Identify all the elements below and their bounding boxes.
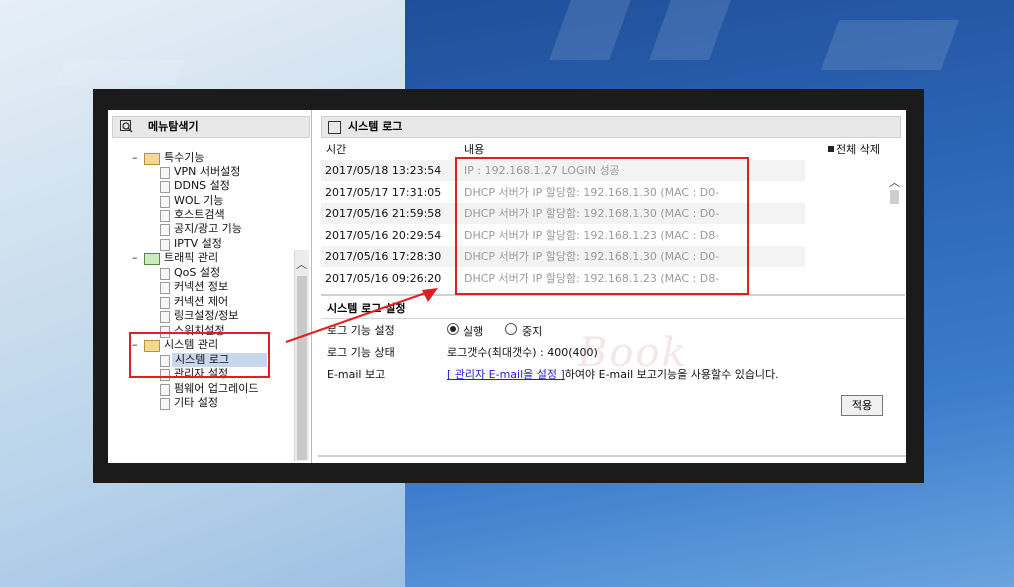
page-icon	[160, 196, 170, 208]
apply-button[interactable]: 적용	[841, 395, 883, 416]
tree-item-label: IPTV 설정	[174, 237, 222, 250]
folder-icon	[144, 153, 160, 165]
log-time: 2017/05/16 21:59:58	[325, 207, 442, 220]
panel-title: 시스템 로그	[348, 120, 403, 133]
highlight-box-menu	[129, 332, 270, 378]
page-icon	[160, 239, 170, 251]
stop-label: 중지	[522, 325, 543, 338]
email-report-label: E-mail 보고	[327, 368, 386, 381]
log-time: 2017/05/18 13:23:54	[325, 164, 442, 177]
page-icon	[160, 384, 170, 396]
column-time-header: 시간	[326, 143, 347, 156]
search-icon	[120, 120, 133, 133]
tree-item-label: 펌웨어 업그레이드	[174, 382, 259, 395]
stop-radio[interactable]	[505, 323, 517, 335]
tree-item-label: 기타 설정	[174, 396, 218, 409]
window-icon	[328, 121, 341, 134]
menu-explorer-header: 메뉴탐색기	[112, 116, 310, 138]
page-icon	[160, 282, 170, 294]
tree-group-label: 트래픽 관리	[164, 251, 219, 264]
page-icon	[160, 297, 170, 309]
divider	[318, 455, 906, 457]
page-icon	[160, 268, 170, 280]
arrow-icon	[285, 288, 438, 343]
run-label: 실행	[463, 325, 484, 338]
traffic-folder-icon	[144, 253, 160, 265]
log-time: 2017/05/16 17:28:30	[325, 250, 442, 263]
tree-item-label: 링크설정/정보	[174, 309, 239, 322]
scrollbar-thumb[interactable]	[890, 190, 899, 204]
delete-all-button[interactable]: 전체 삭제	[828, 141, 880, 157]
square-icon	[828, 146, 834, 152]
watermark: Book	[578, 330, 688, 376]
page-icon	[160, 167, 170, 179]
tree-item-label: DDNS 설정	[174, 179, 230, 192]
collapse-icon[interactable]: –	[132, 251, 138, 265]
tree-item-label: 공지/광고 기능	[174, 222, 242, 235]
chevron-up-icon[interactable]: ︿	[296, 256, 307, 272]
tree-item-label: 호스트검색	[174, 208, 225, 221]
background-stripe	[55, 60, 185, 85]
system-log-header: 시스템 로그	[321, 116, 901, 138]
tree-item-label: 커넥션 정보	[174, 280, 229, 293]
page-icon	[160, 311, 170, 323]
log-time: 2017/05/17 17:31:05	[325, 186, 442, 199]
background-stripe	[820, 20, 960, 70]
page-icon	[160, 210, 170, 222]
tree-item-label: 커넥션 제어	[174, 295, 229, 308]
log-status-value: 로그갯수(최대갯수) : 400(400)	[447, 346, 598, 359]
log-scrollbar[interactable]: ︿	[888, 168, 902, 294]
chevron-up-icon[interactable]: ︿	[889, 174, 900, 190]
tree-group-label: 특수기능	[164, 151, 205, 164]
page-icon	[160, 398, 170, 410]
tree-item-label: QoS 설정	[174, 266, 221, 279]
tree-item-label: VPN 서버설정	[174, 165, 241, 178]
page-icon	[160, 224, 170, 236]
tree-item-label: WOL 기능	[174, 194, 224, 207]
collapse-icon[interactable]: –	[132, 151, 138, 165]
column-content-header: 내용	[464, 143, 485, 156]
delete-all-label: 전체 삭제	[836, 143, 880, 156]
highlight-box-logs	[455, 157, 749, 295]
log-time: 2017/05/16 20:29:54	[325, 229, 442, 242]
menu-explorer-title: 메뉴탐색기	[148, 120, 199, 133]
page-icon	[160, 181, 170, 193]
admin-email-link[interactable]: [ 관리자 E-mail을 설정 ]	[447, 368, 565, 381]
